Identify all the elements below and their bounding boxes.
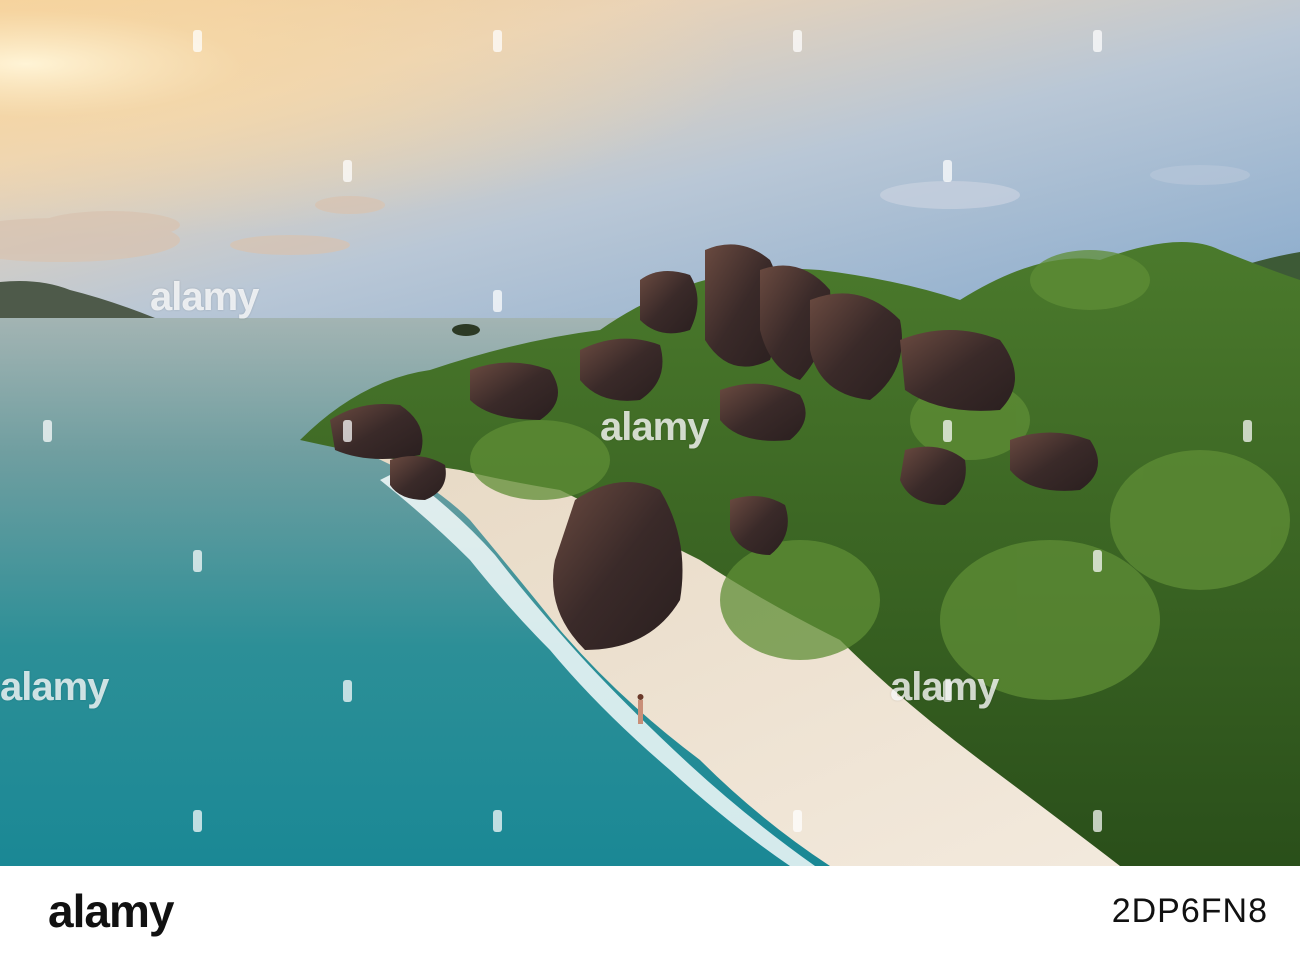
alamy-logo: alamy [48,885,174,937]
stock-photo [0,0,1300,866]
islet [452,324,480,336]
footer-bar: alamy 2DP6FN8 [0,866,1300,956]
photo-illustration [0,0,1300,866]
person-on-beach [637,694,644,724]
image-id: 2DP6FN8 [1111,891,1268,930]
